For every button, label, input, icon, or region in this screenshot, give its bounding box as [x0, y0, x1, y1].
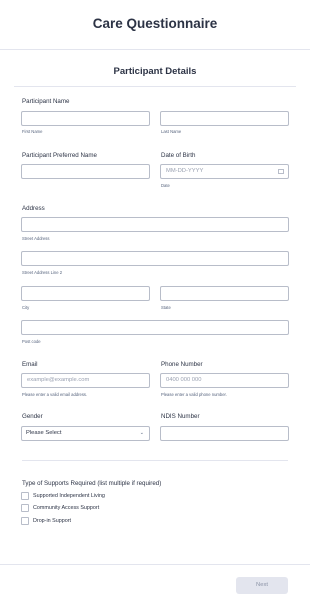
- state-input[interactable]: [160, 286, 289, 301]
- form-footer-divider: [0, 564, 310, 565]
- gender-selected: Please Select: [26, 430, 62, 436]
- address-label: Address: [22, 205, 45, 212]
- street-address-input[interactable]: [21, 217, 289, 232]
- phone-sublabel: Please enter a valid phone number.: [161, 392, 227, 397]
- phone-label: Phone Number: [161, 361, 203, 368]
- form-header: Care Questionnaire: [0, 0, 310, 50]
- checkbox[interactable]: [21, 517, 29, 525]
- email-sublabel: Please enter a valid email address.: [22, 392, 88, 397]
- first-name-sublabel: First Name: [22, 129, 43, 134]
- phone-input[interactable]: 0400 000 000: [160, 373, 289, 388]
- supports-label: Type of Supports Required (list multiple…: [22, 480, 162, 487]
- email-input[interactable]: example@example.com: [21, 373, 150, 388]
- street-address-sublabel: Street Address: [22, 236, 50, 241]
- checkbox[interactable]: [21, 504, 29, 512]
- street-address-2-sublabel: Street Address Line 2: [22, 270, 63, 275]
- dob-placeholder: MM-DD-YYYY: [166, 168, 204, 174]
- gender-label: Gender: [22, 413, 43, 420]
- support-option-label: Supported Independent Living: [33, 493, 105, 499]
- ndis-label: NDIS Number: [161, 413, 200, 420]
- preferred-name-input[interactable]: [21, 164, 150, 179]
- support-option-label: Community Access Support: [33, 505, 100, 511]
- postcode-input[interactable]: [21, 320, 289, 335]
- last-name-input[interactable]: [160, 111, 289, 126]
- preferred-name-label: Participant Preferred Name: [22, 152, 97, 159]
- checkbox[interactable]: [21, 492, 29, 500]
- section-divider-2: [22, 460, 288, 461]
- postcode-sublabel: Post code: [22, 339, 41, 344]
- participant-name-label: Participant Name: [22, 98, 70, 105]
- dob-label: Date of Birth: [161, 152, 196, 159]
- calendar-icon[interactable]: [278, 169, 284, 174]
- section-divider: [14, 86, 296, 87]
- next-button[interactable]: Next: [236, 577, 288, 594]
- support-option-label: Drop-in Support: [33, 518, 72, 524]
- section-title: Participant Details: [113, 66, 197, 77]
- first-name-input[interactable]: [21, 111, 150, 126]
- dob-sublabel: Date: [161, 183, 170, 188]
- form-title: Care Questionnaire: [92, 16, 218, 31]
- street-address-2-input[interactable]: [21, 251, 289, 266]
- city-sublabel: City: [22, 305, 30, 310]
- ndis-input[interactable]: [160, 426, 289, 441]
- dob-input[interactable]: MM-DD-YYYY: [160, 164, 289, 179]
- last-name-sublabel: Last Name: [161, 129, 182, 134]
- state-sublabel: State: [161, 305, 171, 310]
- chevron-down-icon: ⌄: [139, 430, 144, 436]
- email-label: Email: [22, 361, 38, 368]
- city-input[interactable]: [21, 286, 150, 301]
- gender-select[interactable]: Please Select ⌄: [21, 426, 150, 441]
